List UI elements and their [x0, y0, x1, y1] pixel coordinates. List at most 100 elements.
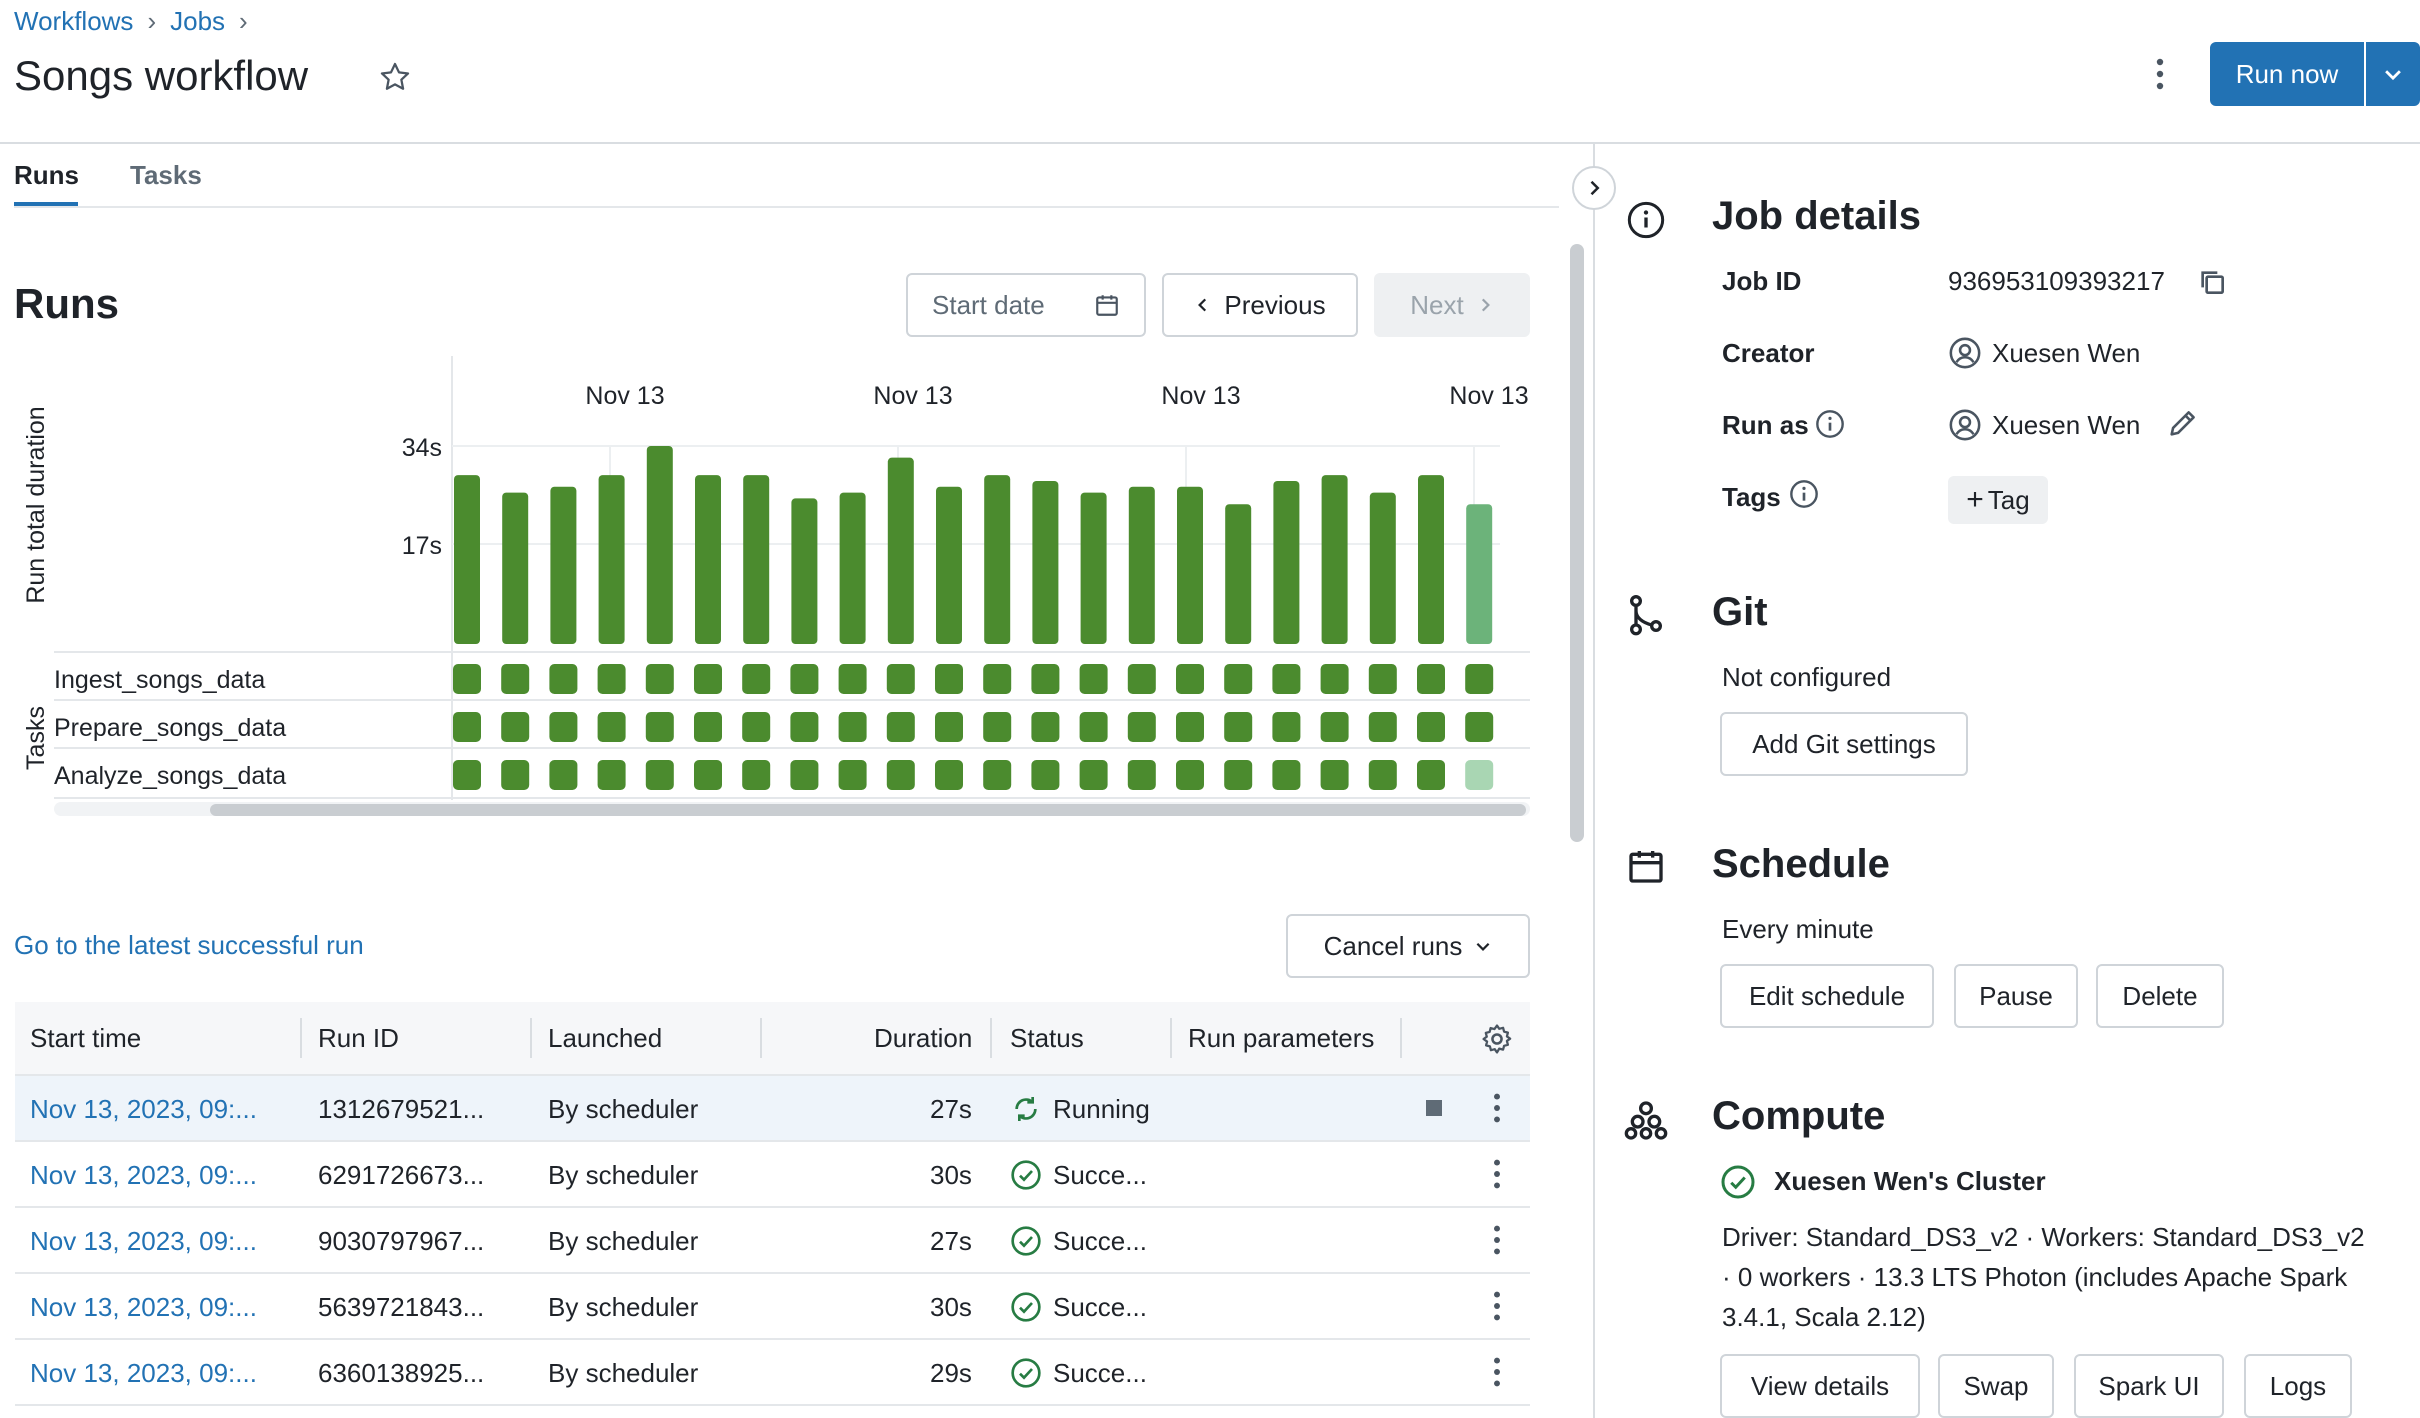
task-row-label: Prepare_songs_data: [54, 714, 286, 742]
logs-button[interactable]: Logs: [2244, 1354, 2352, 1418]
delete-schedule-button[interactable]: Delete: [2096, 964, 2224, 1028]
column-launched[interactable]: Launched: [548, 1023, 662, 1054]
start-time-link[interactable]: Nov 13, 2023, 09:...: [30, 1094, 257, 1125]
cluster-spec-line1: Driver: Standard_DS3_v2 · Workers: Stand…: [1722, 1222, 2365, 1252]
more-menu-icon[interactable]: [2150, 58, 2170, 90]
add-git-settings-button[interactable]: Add Git settings: [1720, 712, 1968, 776]
task-run-cell: [742, 712, 771, 742]
swap-button[interactable]: Swap: [1938, 1354, 2054, 1418]
task-run-cell: [1031, 712, 1060, 742]
pause-button[interactable]: Pause: [1954, 964, 2078, 1028]
table-row[interactable]: Nov 13, 2023, 09:... 1312679521... By sc…: [15, 1076, 1530, 1142]
success-check-icon: [1011, 1358, 1041, 1388]
column-status[interactable]: Status: [1010, 1023, 1084, 1054]
edit-schedule-button[interactable]: Edit schedule: [1720, 964, 1934, 1028]
latest-successful-run-link[interactable]: Go to the latest successful run: [14, 930, 364, 961]
add-tag-button[interactable]: + Tag: [1948, 476, 2048, 524]
table-row[interactable]: Nov 13, 2023, 09:... 5639721843... By sc…: [15, 1274, 1530, 1340]
star-icon[interactable]: [378, 60, 412, 94]
next-label: Next: [1410, 289, 1464, 320]
chevron-right-icon: [1481, 298, 1490, 312]
task-run-cell: [1368, 760, 1397, 790]
chart-bar: [550, 486, 577, 644]
stop-run-icon[interactable]: [1426, 1100, 1442, 1116]
task-run-cell: [1272, 664, 1301, 694]
column-run-parameters[interactable]: Run parameters: [1188, 1023, 1374, 1054]
swap-label: Swap: [1963, 1370, 2029, 1401]
start-time-link[interactable]: Nov 13, 2023, 09:...: [30, 1160, 257, 1191]
task-run-cell: [1417, 760, 1445, 790]
chart-bar: [1466, 504, 1493, 644]
calendar-icon: [1629, 851, 1663, 883]
row-menu-icon[interactable]: [1491, 1290, 1503, 1322]
column-run-id[interactable]: Run ID: [318, 1023, 399, 1054]
edit-pencil-icon[interactable]: [2166, 406, 2200, 440]
row-menu-icon[interactable]: [1491, 1092, 1503, 1124]
table-settings-gear-icon[interactable]: [1480, 1022, 1514, 1056]
view-details-button[interactable]: View details: [1720, 1354, 1920, 1418]
chevron-right-icon: ›: [147, 6, 157, 36]
task-run-cell: [935, 712, 963, 742]
vertical-scrollbar[interactable]: [1570, 244, 1584, 842]
info-icon: [1627, 201, 1665, 239]
column-duration[interactable]: Duration: [874, 1023, 972, 1054]
row-menu-icon[interactable]: [1491, 1356, 1503, 1388]
logs-label: Logs: [2269, 1370, 2327, 1401]
tab-tasks-label: Tasks: [130, 160, 202, 190]
task-run-cell: [694, 664, 722, 694]
cancel-runs-button[interactable]: Cancel runs: [1286, 914, 1530, 978]
tab-tasks[interactable]: Tasks: [130, 160, 202, 191]
column-start-time[interactable]: Start time: [30, 1023, 141, 1054]
start-date-picker[interactable]: Start date: [906, 273, 1146, 337]
row-menu-icon[interactable]: [1491, 1158, 1503, 1190]
run-now-dropdown-button[interactable]: [2366, 42, 2420, 106]
previous-label: Previous: [1224, 289, 1326, 320]
collapse-panel-button[interactable]: [1572, 166, 1616, 210]
task-run-cell: [1176, 664, 1204, 694]
table-row[interactable]: Nov 13, 2023, 09:... 9030797967... By sc…: [15, 1208, 1530, 1274]
task-run-cell: [1465, 664, 1494, 694]
info-small-icon[interactable]: [1788, 478, 1820, 510]
task-run-cell: [501, 760, 530, 790]
launched: By scheduler: [548, 1094, 699, 1124]
cluster-spec-line3: 3.4.1, Scala 2.12): [1722, 1302, 1926, 1332]
row-menu-icon[interactable]: [1491, 1224, 1503, 1256]
breadcrumb-jobs[interactable]: Jobs: [170, 6, 225, 37]
task-run-cell: [549, 664, 578, 694]
previous-button[interactable]: Previous: [1162, 273, 1358, 337]
cluster-name[interactable]: Xuesen Wen's Cluster: [1774, 1166, 2046, 1197]
horizontal-scrollbar-thumb[interactable]: [210, 804, 1526, 816]
plus-icon: +: [1966, 483, 1984, 516]
task-run-cell: [597, 664, 626, 694]
table-row[interactable]: Nov 13, 2023, 09:... 6291726673... By sc…: [15, 1142, 1530, 1208]
launched: By scheduler: [548, 1358, 699, 1388]
copy-icon[interactable]: [2196, 266, 2228, 298]
table-row[interactable]: Nov 13, 2023, 09:... 6360138925... By sc…: [15, 1340, 1530, 1406]
breadcrumb-workflows[interactable]: Workflows: [14, 6, 133, 37]
spark-ui-button[interactable]: Spark UI: [2074, 1354, 2224, 1418]
header-divider: [0, 142, 2420, 144]
tab-runs[interactable]: Runs: [14, 160, 79, 191]
status-label: Succe...: [1053, 1358, 1147, 1388]
task-run-cell: [935, 664, 963, 694]
chart-y-axis-label: Run total duration: [22, 406, 50, 603]
user-avatar-icon: [1949, 337, 1981, 369]
task-run-cell: [838, 664, 867, 694]
run-now-button[interactable]: Run now: [2210, 42, 2364, 106]
task-run-cell: [501, 664, 530, 694]
launched: By scheduler: [548, 1292, 699, 1322]
task-run-cell: [1368, 664, 1397, 694]
start-time-link[interactable]: Nov 13, 2023, 09:...: [30, 1292, 257, 1323]
run-now-label: Run now: [2235, 58, 2339, 89]
git-title: Git: [1712, 590, 1768, 634]
task-run-cell: [1224, 760, 1253, 790]
job-id-value: 936953109393217: [1948, 266, 2165, 296]
next-button[interactable]: Next: [1374, 273, 1530, 337]
cluster-running-check-icon: [1721, 1165, 1755, 1199]
task-run-cell: [1320, 760, 1349, 790]
task-run-cell: [1079, 712, 1108, 742]
info-small-icon[interactable]: [1814, 408, 1846, 440]
start-time-link[interactable]: Nov 13, 2023, 09:...: [30, 1226, 257, 1257]
start-time-link[interactable]: Nov 13, 2023, 09:...: [30, 1358, 257, 1389]
chart-bar: [791, 498, 818, 644]
